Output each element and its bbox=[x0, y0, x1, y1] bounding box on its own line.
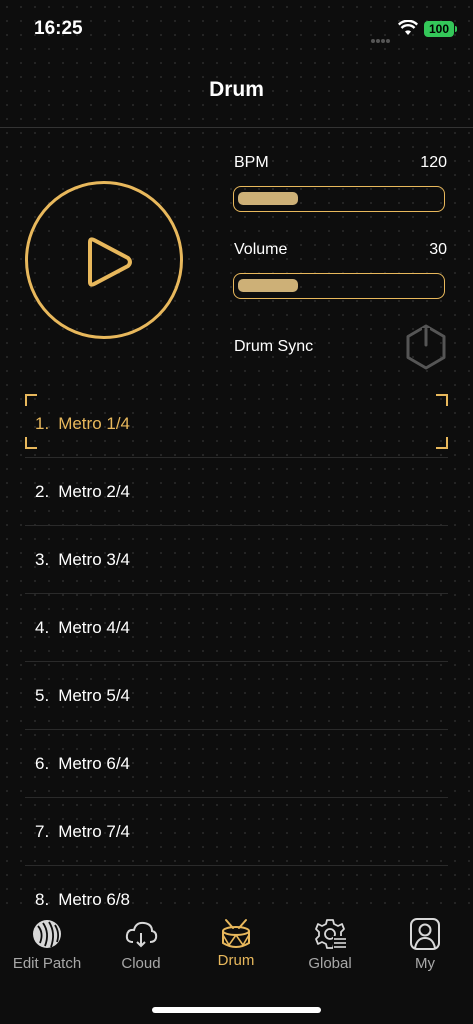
tab-label: Cloud bbox=[121, 955, 161, 972]
status-time: 16:25 bbox=[34, 18, 83, 39]
pattern-number: 5. bbox=[35, 686, 50, 705]
drum-sync-label: Drum Sync bbox=[234, 338, 314, 355]
pattern-name: 2. Metro 2/4 bbox=[35, 482, 130, 502]
pattern-label: Metro 6/4 bbox=[58, 754, 130, 773]
header-divider bbox=[0, 127, 473, 128]
drum-sync-power-toggle[interactable] bbox=[404, 323, 448, 371]
global-settings-icon bbox=[315, 919, 346, 949]
tab-label: Edit Patch bbox=[12, 955, 82, 972]
pattern-list: 1. Metro 1/4 2. Metro 2/4 3. Metro 3/4 4. Metro… bbox=[25, 390, 448, 934]
pattern-list-item[interactable]: 3. Metro 3/4 bbox=[25, 526, 448, 594]
play-button[interactable] bbox=[25, 181, 183, 339]
play-icon bbox=[88, 237, 132, 287]
pattern-list-item[interactable]: 6. Metro 6/4 bbox=[25, 730, 448, 798]
tab-global[interactable]: Global bbox=[283, 905, 377, 985]
pattern-name: 4. Metro 4/4 bbox=[35, 618, 130, 638]
pattern-list-item[interactable]: 1. Metro 1/4 bbox=[25, 390, 448, 458]
tab-label: Drum bbox=[217, 952, 255, 969]
selection-corner bbox=[25, 437, 37, 449]
cloud-download-icon bbox=[125, 921, 158, 948]
tab-cloud[interactable]: Cloud bbox=[94, 905, 188, 985]
tab-my[interactable]: My bbox=[378, 905, 472, 985]
pattern-number: 2. bbox=[35, 482, 50, 501]
pattern-name: 1. Metro 1/4 bbox=[35, 414, 130, 434]
pattern-list-item[interactable]: 5. Metro 5/4 bbox=[25, 662, 448, 730]
pattern-list-item[interactable]: 4. Metro 4/4 bbox=[25, 594, 448, 662]
pattern-number: 4. bbox=[35, 618, 50, 637]
tab-edit-patch[interactable]: Edit Patch bbox=[0, 905, 94, 985]
tab-label: Global bbox=[308, 955, 352, 972]
pattern-number: 6. bbox=[35, 754, 50, 773]
bpm-value: 120 bbox=[420, 154, 447, 171]
battery-icon: 100 bbox=[424, 21, 454, 37]
pattern-label: Metro 7/4 bbox=[58, 822, 130, 841]
pattern-list-item[interactable]: 2. Metro 2/4 bbox=[25, 458, 448, 526]
pattern-label: Metro 1/4 bbox=[58, 414, 130, 433]
wifi-icon bbox=[398, 20, 418, 35]
pattern-name: 7. Metro 7/4 bbox=[35, 822, 130, 842]
pattern-list-item[interactable]: 7. Metro 7/4 bbox=[25, 798, 448, 866]
tab-label: My bbox=[415, 955, 435, 972]
page-title: Drum bbox=[209, 78, 264, 101]
edit-patch-icon bbox=[33, 920, 61, 948]
battery-tip bbox=[455, 26, 457, 32]
selection-corner bbox=[436, 437, 448, 449]
pattern-number: 1. bbox=[35, 414, 50, 433]
pattern-name: 3. Metro 3/4 bbox=[35, 550, 130, 570]
bpm-slider-fill bbox=[238, 192, 298, 205]
status-bar: 16:25 100 bbox=[0, 0, 473, 56]
pattern-number: 3. bbox=[35, 550, 50, 569]
selection-corner bbox=[436, 394, 448, 406]
home-indicator bbox=[152, 1007, 321, 1013]
pattern-label: Metro 4/4 bbox=[58, 618, 130, 637]
volume-slider-fill bbox=[238, 279, 298, 292]
volume-slider[interactable] bbox=[233, 273, 445, 299]
pattern-name: 6. Metro 6/4 bbox=[35, 754, 130, 774]
bpm-slider[interactable] bbox=[233, 186, 445, 212]
pattern-label: Metro 2/4 bbox=[58, 482, 130, 501]
user-icon bbox=[410, 918, 440, 950]
tab-drum[interactable]: Drum bbox=[189, 905, 283, 985]
pattern-label: Metro 3/4 bbox=[58, 550, 130, 569]
cellular-signal-icon bbox=[371, 30, 393, 43]
volume-label: Volume bbox=[234, 241, 288, 258]
selection-corner bbox=[25, 394, 37, 406]
bpm-label: BPM bbox=[234, 154, 269, 171]
pattern-name: 5. Metro 5/4 bbox=[35, 686, 130, 706]
volume-value: 30 bbox=[429, 241, 447, 258]
pattern-number: 7. bbox=[35, 822, 50, 841]
pattern-label: Metro 5/4 bbox=[58, 686, 130, 705]
drum-icon bbox=[222, 919, 250, 948]
